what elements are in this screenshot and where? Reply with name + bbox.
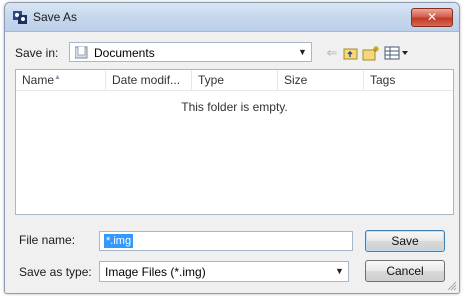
column-label: Size xyxy=(284,73,308,87)
file-name-value: *.img xyxy=(104,234,134,248)
column-label: Date modif... xyxy=(112,73,181,87)
chevron-down-icon[interactable]: ▼ xyxy=(331,262,348,280)
view-menu-icon[interactable] xyxy=(384,45,410,61)
column-label: Tags xyxy=(370,73,396,87)
file-name-input[interactable]: *.img xyxy=(99,231,353,251)
title-bar[interactable]: Save As ✕ xyxy=(5,3,459,32)
sort-up-icon: ▲ xyxy=(54,74,61,81)
list-header: Name ▲ Date modif... Type Size Tags xyxy=(16,70,453,91)
column-label: Type xyxy=(198,73,225,87)
column-header-name[interactable]: Name ▲ xyxy=(16,70,106,90)
save-in-dropdown[interactable]: Documents ▼ xyxy=(69,42,312,62)
empty-folder-message: This folder is empty. xyxy=(181,100,288,114)
column-header-type[interactable]: Type xyxy=(192,70,278,90)
location-toolbar: Save in: Documents ▼ ⇐ xyxy=(5,41,459,65)
new-folder-icon[interactable] xyxy=(362,45,380,61)
column-header-size[interactable]: Size xyxy=(278,70,364,90)
chevron-down-icon[interactable]: ▼ xyxy=(294,43,311,61)
column-label: Name xyxy=(22,73,55,87)
save-in-value: Documents xyxy=(94,46,155,60)
save-as-type-value: Image Files (*.img) xyxy=(105,265,206,279)
resize-grip-icon[interactable] xyxy=(447,281,457,291)
app-icon xyxy=(13,11,27,24)
save-as-type-label: Save as type: xyxy=(19,265,92,279)
save-as-type-dropdown[interactable]: Image Files (*.img) ▼ xyxy=(99,261,349,282)
column-header-tags[interactable]: Tags xyxy=(364,70,453,90)
file-list[interactable]: Name ▲ Date modif... Type Size Tags This… xyxy=(15,69,454,215)
window-title: Save As xyxy=(33,10,78,24)
cancel-button[interactable]: Cancel xyxy=(365,260,445,282)
back-arrow-icon[interactable]: ⇐ xyxy=(323,45,341,61)
file-name-label: File name: xyxy=(19,233,76,247)
close-button[interactable]: ✕ xyxy=(411,8,453,27)
save-as-dialog: Save As ✕ Save in: Documents ▼ ⇐ Name ▲ … xyxy=(4,2,460,294)
up-folder-icon[interactable] xyxy=(342,45,360,61)
save-button[interactable]: Save xyxy=(365,230,445,252)
column-header-date-modified[interactable]: Date modif... xyxy=(106,70,192,90)
save-in-label: Save in: xyxy=(15,46,59,60)
documents-folder-icon xyxy=(75,46,88,59)
